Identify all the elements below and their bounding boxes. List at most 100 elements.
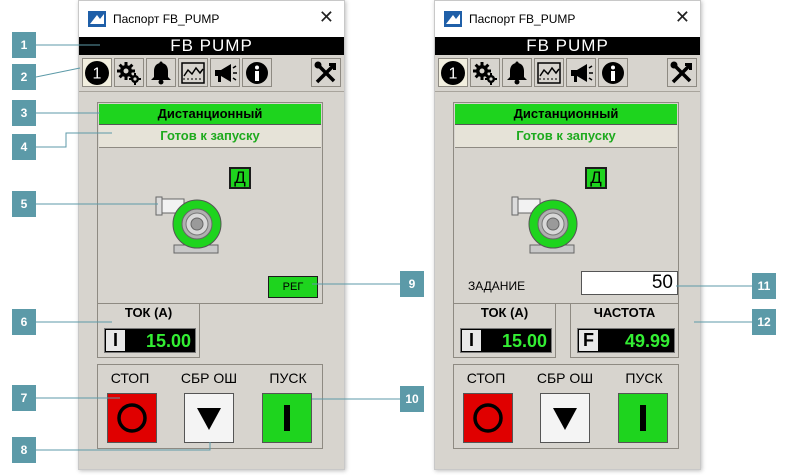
status-group: Дистанционный Готов к запуску Д ЗАДАНИЕ …: [453, 102, 679, 304]
start-icon: [284, 405, 290, 431]
toolbar: 1: [79, 55, 344, 92]
callout-1: 1: [12, 32, 36, 58]
reset-button[interactable]: [184, 393, 234, 443]
reset-button[interactable]: [540, 393, 590, 443]
mode-banner: Дистанционный: [455, 104, 677, 125]
page-1-icon: 1: [85, 61, 109, 85]
tab-alarms[interactable]: [502, 58, 532, 87]
callout-5: 5: [12, 191, 36, 217]
callout-7: 7: [12, 385, 36, 411]
tab-messages[interactable]: [566, 58, 596, 87]
frequency-value: 49.99: [624, 331, 670, 351]
current-title: ТОК (А): [124, 305, 173, 320]
faceplate-window-1: Паспорт FB_PUMP ✕ FB PUMP 1 Дистанционны…: [78, 0, 345, 470]
remote-indicator: Д: [585, 167, 607, 189]
window-title: Паспорт FB_PUMP: [113, 12, 220, 26]
info-icon: [246, 62, 268, 84]
arrow-down-icon: [553, 408, 577, 430]
command-group: СТОП СБР ОШ ПУСК: [97, 364, 323, 449]
tab-trends[interactable]: [178, 58, 208, 87]
faceplate-window-2: Паспорт FB_PUMP ✕ FB PUMP 1 Дистанционны…: [434, 0, 701, 470]
mode-banner: Дистанционный: [99, 104, 321, 125]
tools-icon: [670, 61, 692, 84]
setpoint-input[interactable]: 50: [581, 271, 678, 295]
start-label: ПУСК: [269, 370, 307, 386]
current-meter: I 15.00: [460, 328, 552, 353]
trend-icon: [181, 62, 205, 84]
callout-9: 9: [400, 271, 424, 297]
tab-trends[interactable]: [534, 58, 564, 87]
stop-label: СТОП: [110, 370, 150, 386]
stop-button[interactable]: [463, 393, 513, 443]
current-tag: I: [106, 330, 125, 351]
tab-service[interactable]: [311, 58, 341, 87]
callout-12: 12: [752, 309, 776, 335]
gears-icon: [117, 62, 141, 85]
bell-icon: [507, 61, 527, 85]
app-icon: [88, 11, 106, 27]
tools-icon: [314, 61, 336, 84]
current-group: ТОК (А) I 15.00: [453, 303, 556, 358]
close-icon[interactable]: ✕: [319, 8, 334, 26]
current-meter: I 15.00: [104, 328, 196, 353]
app-icon: [444, 11, 462, 27]
current-group: ТОК (А) I 15.00: [97, 303, 200, 358]
tab-info[interactable]: [598, 58, 628, 87]
faceplate-header: FB PUMP: [435, 37, 700, 55]
current-value: 15.00: [145, 331, 191, 351]
callout-6: 6: [12, 309, 36, 335]
callout-3: 3: [12, 100, 36, 126]
title-bar: Паспорт FB_PUMP ✕: [435, 1, 700, 37]
callout-8: 8: [12, 437, 36, 463]
start-button[interactable]: [262, 393, 312, 443]
pump-icon: [155, 196, 222, 254]
megaphone-icon: [215, 64, 237, 82]
close-icon[interactable]: ✕: [675, 8, 690, 26]
current-tag: I: [462, 330, 481, 351]
bell-icon: [151, 61, 171, 85]
stop-label: СТОП: [466, 370, 506, 386]
start-label: ПУСК: [625, 370, 663, 386]
reset-label: СБР ОШ: [536, 370, 594, 386]
stop-icon: [117, 403, 147, 433]
tab-settings[interactable]: [470, 58, 500, 87]
pump-icon: [511, 196, 578, 254]
megaphone-icon: [571, 64, 593, 82]
frequency-group: ЧАСТОТА F 49.99: [570, 303, 679, 358]
title-bar: Паспорт FB_PUMP ✕: [79, 1, 344, 37]
callout-2: 2: [12, 64, 36, 90]
toolbar: 1: [435, 55, 700, 92]
current-title: ТОК (А): [480, 305, 529, 320]
callout-10: 10: [400, 386, 424, 412]
callout-11: 11: [752, 273, 776, 299]
state-banner: Готов к запуску: [455, 125, 677, 148]
remote-indicator: Д: [229, 167, 251, 189]
faceplate-body: Дистанционный Готов к запуску Д РЕГ ТОК …: [79, 92, 344, 469]
status-group: Дистанционный Готов к запуску Д РЕГ: [97, 102, 323, 304]
frequency-tag: F: [579, 330, 598, 351]
page-1-icon: 1: [441, 61, 465, 85]
faceplate-body: Дистанционный Готов к запуску Д ЗАДАНИЕ …: [435, 92, 700, 469]
page-number: 1: [93, 66, 102, 83]
callout-4: 4: [12, 134, 36, 160]
tab-service[interactable]: [667, 58, 697, 87]
command-group: СТОП СБР ОШ ПУСК: [453, 364, 679, 449]
page-number: 1: [449, 66, 458, 83]
faceplate-header: FB PUMP: [79, 37, 344, 55]
reg-button[interactable]: РЕГ: [268, 276, 318, 298]
window-title: Паспорт FB_PUMP: [469, 12, 576, 26]
start-button[interactable]: [618, 393, 668, 443]
info-icon: [602, 62, 624, 84]
gears-icon: [473, 62, 497, 85]
frequency-meter: F 49.99: [577, 328, 675, 353]
tab-page-1[interactable]: 1: [438, 58, 468, 87]
tab-settings[interactable]: [114, 58, 144, 87]
tab-alarms[interactable]: [146, 58, 176, 87]
reset-label: СБР ОШ: [180, 370, 238, 386]
current-value: 15.00: [501, 331, 547, 351]
start-icon: [640, 405, 646, 431]
tab-info[interactable]: [242, 58, 272, 87]
stop-button[interactable]: [107, 393, 157, 443]
tab-page-1[interactable]: 1: [82, 58, 112, 87]
tab-messages[interactable]: [210, 58, 240, 87]
